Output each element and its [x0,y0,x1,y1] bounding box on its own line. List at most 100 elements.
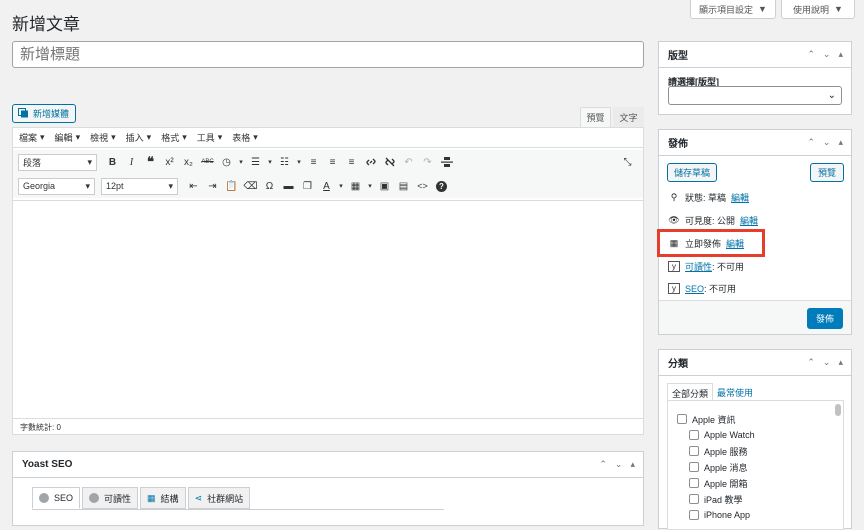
fullscreen-icon[interactable]: ⤡ [618,153,637,172]
paste-text-icon[interactable]: 📋 [222,177,241,196]
caret-down-icon[interactable]: ▾ [236,153,246,172]
subscript-icon[interactable]: x₂ [179,153,198,172]
page-title: 新增文章 [12,15,80,34]
align-right-icon[interactable]: ≡ [342,153,361,172]
chevron-up-icon[interactable]: ⌃ [807,357,815,368]
menu-file[interactable]: 檔案 ▾ [19,131,45,144]
yoast-tab-seo[interactable]: SEO [32,487,81,509]
chevron-down-icon[interactable]: ⌄ [615,459,623,470]
menu-view[interactable]: 檢視 ▾ [90,131,116,144]
caret-down-icon[interactable]: ▾ [294,153,304,172]
align-center-icon[interactable]: ≡ [323,153,342,172]
list-item[interactable]: iPad 教學 [677,491,755,507]
media-embed-icon[interactable]: ▤ [394,177,413,196]
bold-icon[interactable]: B [103,153,122,172]
horizontal-line-icon[interactable]: ▬ [279,177,298,196]
menu-insert[interactable]: 插入 ▾ [126,131,152,144]
help-button[interactable]: 使用說明 ▼ [781,0,855,19]
bullet-list-icon[interactable]: ☰ [246,153,265,172]
menu-tools[interactable]: 工具 ▾ [197,131,223,144]
list-item[interactable]: iPhone App [677,507,755,523]
checkbox[interactable] [689,510,699,520]
special-char-icon[interactable]: Ω [260,177,279,196]
readability-link[interactable]: 可讀性 [685,262,712,272]
save-draft-button[interactable]: 儲存草稿 [667,163,717,182]
image-icon[interactable]: ▣ [375,177,394,196]
chevron-up-icon[interactable]: ⌃ [807,137,815,148]
toggle-arrow-icon[interactable]: ▴ [838,137,843,148]
read-more-icon[interactable] [437,153,456,172]
yoast-tab-readability[interactable]: 可讀性 [82,487,139,509]
caret-down-icon[interactable]: ▾ [365,177,375,196]
preview-button[interactable]: 預覽 [810,163,844,182]
list-item[interactable]: Apple 消息 [677,459,755,475]
seo-link[interactable]: SEO [685,284,704,294]
link-icon[interactable] [361,153,380,172]
yoast-tab-social[interactable]: ⋖ 社群網站 [187,487,251,509]
caret-down-icon[interactable]: ▾ [265,153,275,172]
chevron-down-icon[interactable]: ⌄ [823,49,831,60]
category-scrollbar[interactable] [835,404,841,416]
code-icon[interactable]: <> [413,177,432,196]
indent-icon[interactable]: ⇥ [203,177,222,196]
caret-down-icon[interactable]: ▾ [336,177,346,196]
help-icon[interactable]: ? [432,177,451,196]
blockquote-icon[interactable]: ❝ [141,153,160,172]
tab-all-categories[interactable]: 全部分類 [667,383,714,401]
checkbox[interactable] [689,430,699,440]
tab-popular-categories[interactable]: 最常使用 [717,386,753,399]
screen-options-button[interactable]: 顯示項目設定 ▼ [690,0,776,19]
box-controls: ⌃ ⌄ ▴ [807,49,851,60]
clock-icon[interactable]: ◷ [217,153,236,172]
undo-icon[interactable]: ↶ [399,153,418,172]
unlink-icon[interactable] [380,153,399,172]
font-size-select[interactable]: 12pt ▾ [101,177,178,195]
list-item[interactable]: Apple 資訊 [677,411,755,427]
outdent-icon[interactable]: ⇤ [184,177,203,196]
toggle-arrow-icon[interactable]: ▴ [838,357,843,368]
format-select[interactable]: ⌄ [668,86,842,105]
checkbox[interactable] [677,414,687,424]
tab-text[interactable]: 文字 [613,107,644,127]
italic-icon[interactable]: I [122,153,141,172]
strikethrough-icon[interactable]: ABC [198,153,217,172]
table-icon[interactable]: ▦ [346,177,365,196]
edit-status-link[interactable]: 編輯 [731,191,749,204]
chevron-up-icon[interactable]: ⌃ [599,459,607,470]
title-input[interactable] [12,41,644,68]
clear-format-icon[interactable]: ⌫ [241,177,260,196]
numbered-list-icon[interactable]: ☷ [275,153,294,172]
checkbox[interactable] [689,446,699,456]
toggle-arrow-icon[interactable]: ▴ [838,49,843,60]
text-color-icon[interactable]: A [317,177,336,196]
align-left-icon[interactable]: ≡ [304,153,323,172]
checkbox[interactable] [689,478,699,488]
editor-content-area[interactable] [13,201,643,418]
checkbox[interactable] [689,462,699,472]
menu-format-label: 格式 [161,133,180,143]
redo-icon[interactable]: ↷ [418,153,437,172]
add-media-button[interactable]: 新增媒體 [12,104,76,123]
copy-icon[interactable]: ❐ [298,177,317,196]
format-box: 版型 ⌃ ⌄ ▴ 請選擇[版型] ⌄ [658,41,852,115]
publish-button[interactable]: 發佈 [807,308,843,329]
yoast-tab-schema[interactable]: ▦ 結構 [140,487,186,509]
format-select[interactable]: 段落 ▾ [18,153,97,171]
list-item[interactable]: Apple 開箱 [677,475,755,491]
menu-format[interactable]: 格式 ▾ [161,131,187,144]
list-item[interactable]: Apple 服務 [677,443,755,459]
font-family-select[interactable]: Georgia ▾ [18,177,95,195]
toggle-arrow-icon[interactable]: ▴ [630,459,635,470]
chevron-up-icon[interactable]: ⌃ [807,49,815,60]
menu-table[interactable]: 表格 ▾ [232,131,258,144]
menu-edit[interactable]: 編輯 ▾ [55,131,81,144]
chevron-down-icon[interactable]: ⌄ [823,357,831,368]
edit-visibility-link[interactable]: 編輯 [740,214,758,227]
chevron-down-icon[interactable]: ⌄ [823,137,831,148]
checkbox[interactable] [689,494,699,504]
tab-visual[interactable]: 預覽 [580,107,611,127]
publish-header: 發佈 ⌃ ⌄ ▴ [659,130,851,156]
menu-view-label: 檢視 [90,133,109,143]
list-item[interactable]: Apple Watch [677,427,755,443]
superscript-icon[interactable]: x² [160,153,179,172]
